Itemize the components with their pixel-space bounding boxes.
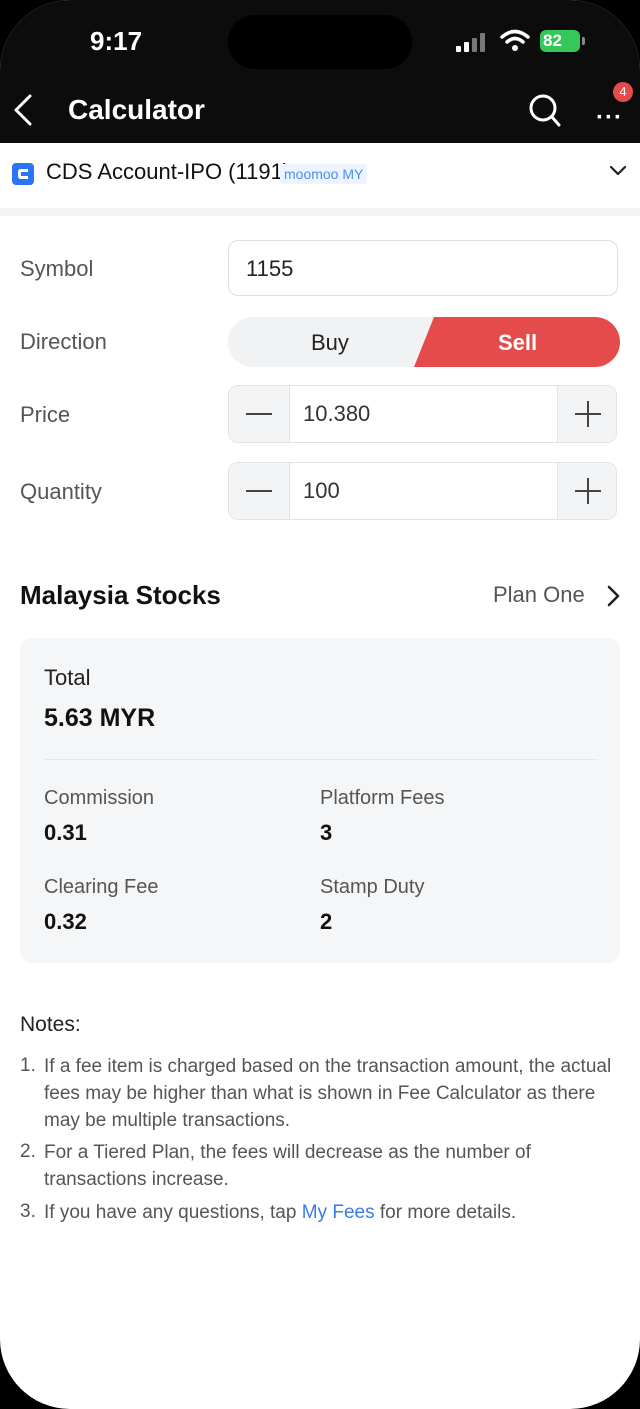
platform-fees-value: 3 bbox=[320, 820, 333, 845]
account-name: CDS Account-IPO (1191) bbox=[46, 159, 291, 184]
symbol-label: Symbol bbox=[20, 256, 94, 281]
note-text: If you have any questions, tap bbox=[44, 1202, 302, 1223]
price-plus-button[interactable] bbox=[557, 386, 616, 442]
stamp-duty-value: 2 bbox=[320, 909, 333, 934]
account-tag: moomoo MY bbox=[280, 164, 368, 184]
note-item: If a fee item is charged based on the tr… bbox=[44, 1056, 612, 1131]
battery-indicator: 82 bbox=[540, 30, 580, 52]
stamp-duty-label: Stamp Duty bbox=[320, 876, 425, 898]
notes-title: Notes: bbox=[20, 1013, 81, 1036]
quantity-stepper: 100 bbox=[228, 462, 617, 520]
buy-button[interactable]: Buy bbox=[228, 317, 438, 367]
note-text: for more details. bbox=[374, 1202, 517, 1223]
price-label: Price bbox=[20, 402, 71, 427]
sell-label: Sell bbox=[498, 330, 538, 355]
wifi-icon bbox=[500, 29, 530, 51]
more-options-icon[interactable]: ··· bbox=[596, 104, 623, 132]
section-divider bbox=[0, 208, 640, 216]
quantity-minus-button[interactable] bbox=[229, 463, 290, 519]
clearing-fee-label: Clearing Fee bbox=[44, 876, 159, 898]
chevron-right-icon[interactable] bbox=[604, 584, 622, 608]
quantity-input[interactable]: 100 bbox=[303, 478, 340, 504]
price-input[interactable]: 10.380 bbox=[303, 401, 370, 427]
total-value: 5.63 MYR bbox=[44, 704, 156, 732]
account-icon bbox=[12, 163, 34, 185]
platform-fees-label: Platform Fees bbox=[320, 787, 445, 809]
search-icon[interactable] bbox=[528, 92, 562, 128]
clearing-fee-value: 0.32 bbox=[44, 909, 87, 934]
symbol-value: 1155 bbox=[246, 256, 294, 281]
notification-badge: 4 bbox=[613, 82, 633, 102]
account-selector[interactable]: CDS Account-IPO (1191) moomoo MY bbox=[0, 143, 640, 208]
chevron-down-icon[interactable] bbox=[608, 161, 628, 181]
quantity-plus-button[interactable] bbox=[557, 463, 616, 519]
my-fees-link[interactable]: My Fees bbox=[302, 1202, 375, 1223]
market-title: Malaysia Stocks bbox=[20, 580, 221, 610]
app-screen: 9:17 82 Calculator ··· 4 CDS Account-IPO… bbox=[0, 0, 640, 1409]
fee-summary-card: Total 5.63 MYR Commission 0.31 Platform … bbox=[20, 638, 620, 963]
commission-label: Commission bbox=[44, 787, 155, 809]
note-item: If you have any questions, tap My Fees f… bbox=[44, 1199, 614, 1226]
status-time: 9:17 bbox=[90, 26, 143, 56]
commission-value: 0.31 bbox=[44, 820, 87, 845]
signal-icon bbox=[456, 32, 490, 52]
price-stepper: 10.380 bbox=[228, 385, 617, 443]
direction-label: Direction bbox=[20, 329, 107, 354]
note-item: For a Tiered Plan, the fees will decreas… bbox=[44, 1142, 531, 1190]
note-number: 2. bbox=[20, 1141, 36, 1162]
symbol-input[interactable]: 1155 bbox=[228, 240, 618, 296]
page-title: Calculator bbox=[68, 94, 205, 125]
note-number: 1. bbox=[20, 1055, 36, 1076]
price-minus-button[interactable] bbox=[229, 386, 290, 442]
back-icon[interactable] bbox=[10, 92, 38, 128]
quantity-label: Quantity bbox=[20, 479, 102, 504]
total-label: Total bbox=[44, 665, 91, 690]
plan-selector[interactable]: Plan One bbox=[493, 582, 585, 608]
buy-label: Buy bbox=[311, 330, 349, 355]
card-divider bbox=[44, 759, 598, 760]
battery-cap bbox=[582, 37, 585, 45]
note-number: 3. bbox=[20, 1201, 36, 1222]
dynamic-island bbox=[228, 15, 412, 69]
direction-toggle: Buy Sell bbox=[228, 317, 620, 367]
